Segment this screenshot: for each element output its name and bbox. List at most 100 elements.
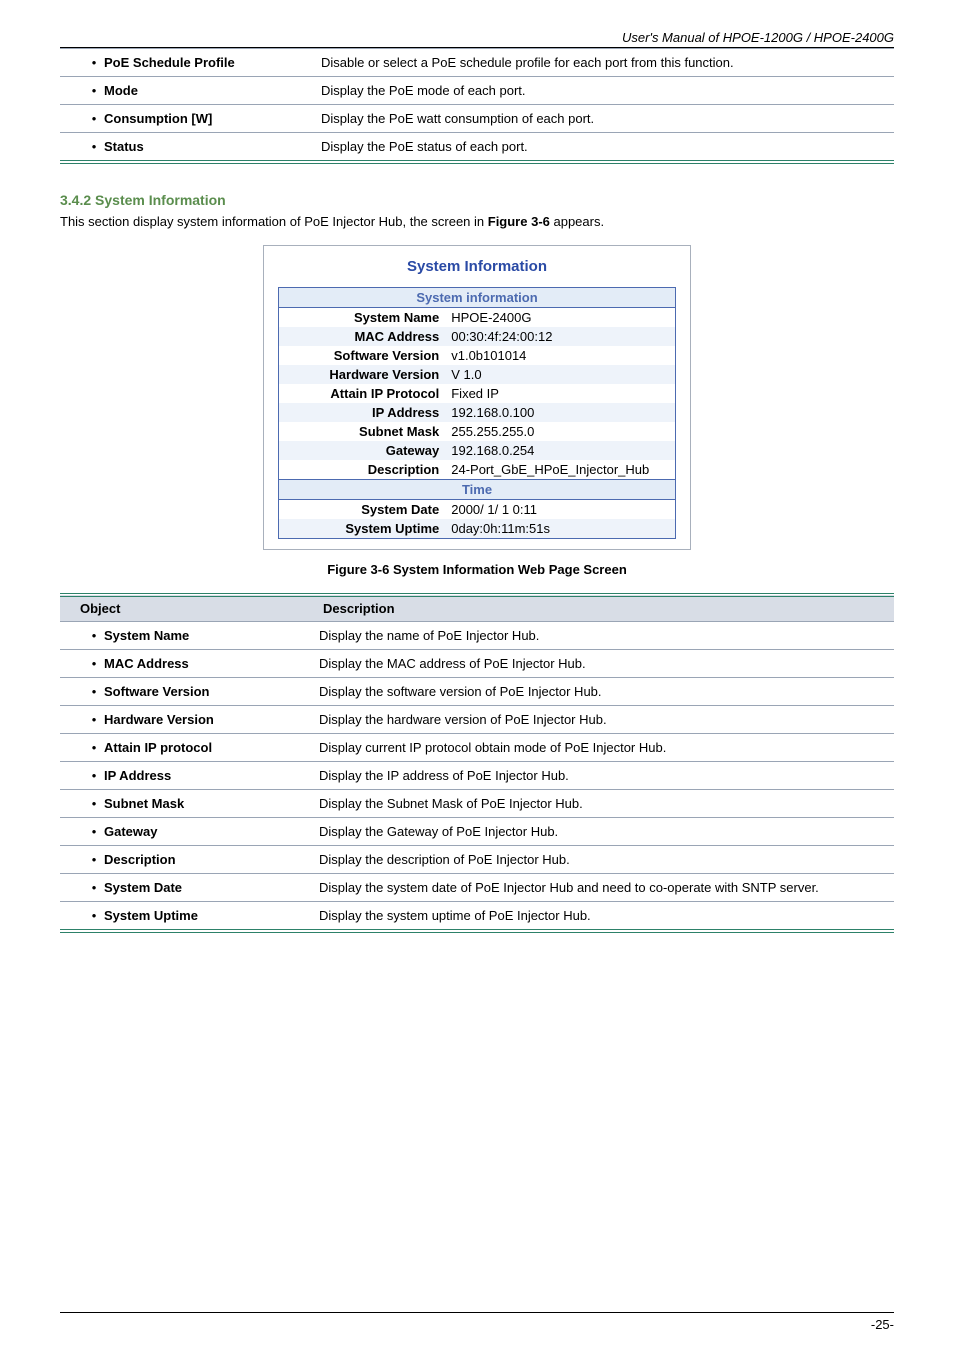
info-value: Fixed IP — [445, 384, 675, 403]
bullet-icon: • — [88, 139, 100, 154]
info-row: Attain IP ProtocolFixed IP — [279, 384, 676, 403]
page-number: -25- — [871, 1317, 894, 1332]
description-cell: Display the PoE status of each port. — [321, 133, 894, 163]
object-label: IP Address — [104, 768, 171, 783]
panel-title: System Information — [278, 258, 676, 275]
info-value: 0day:0h:11m:51s — [445, 519, 675, 539]
bullet-icon: • — [88, 908, 100, 923]
object-label: Mode — [104, 83, 138, 98]
table-row: • System Name Display the name of PoE Inje… — [60, 622, 894, 650]
table-row: • PoE Schedule Profile Disable or select a… — [60, 49, 894, 77]
info-key: Software Version — [279, 346, 446, 365]
object-cell: • Hardware Version — [60, 706, 319, 734]
info-key: Description — [279, 460, 446, 480]
table-row: •ModeDisplay the PoE mode of each port. — [60, 77, 894, 105]
bullet-icon: • — [88, 55, 100, 70]
info-row: IP Address192.168.0.100 — [279, 403, 676, 422]
bullet-icon: • — [88, 852, 100, 867]
object-label: Subnet Mask — [104, 796, 184, 811]
info-value: 00:30:4f:24:00:12 — [445, 327, 675, 346]
table-row: •GatewayDisplay the Gateway of PoE Injec… — [60, 818, 894, 846]
section-desc-suffix: appears. — [550, 214, 604, 229]
info-value: 192.168.0.100 — [445, 403, 675, 422]
table-row: • Attain IP protocol Display current IP pr… — [60, 734, 894, 762]
table-row: •MAC AddressDisplay the MAC address of P… — [60, 650, 894, 678]
bullet-icon: • — [88, 656, 100, 671]
bullet-icon: • — [88, 740, 100, 755]
info-key: MAC Address — [279, 327, 446, 346]
info-key: System Name — [279, 308, 446, 328]
info-value: v1.0b101014 — [445, 346, 675, 365]
bullet-icon: • — [88, 684, 100, 699]
description-cell: Display the software version of PoE Inje… — [319, 678, 894, 706]
object-label: Status — [104, 139, 144, 154]
figure-caption: Figure 3-6 System Information Web Page S… — [60, 562, 894, 577]
table-row: •System UptimeDisplay the system uptime … — [60, 902, 894, 932]
object-cell: • Attain IP protocol — [60, 734, 319, 762]
object-cell: •IP Address — [60, 762, 319, 790]
object-label: Gateway — [104, 824, 157, 839]
info-key: Gateway — [279, 441, 446, 460]
info-row: Gateway192.168.0.254 — [279, 441, 676, 460]
section-description: This section display system information … — [60, 214, 894, 229]
table-row: • Software Version Display the software ve… — [60, 678, 894, 706]
description-cell: Disable or select a PoE schedule profile… — [321, 49, 894, 77]
section-heading: 3.4.2 System Information — [60, 192, 894, 208]
info-value: HPOE-2400G — [445, 308, 675, 328]
bullet-icon: • — [88, 824, 100, 839]
object-cell: • Subnet Mask — [60, 790, 319, 818]
description-cell: Display the hardware version of PoE Inje… — [319, 706, 894, 734]
info-row: System Date2000/ 1/ 1 0:11 — [279, 500, 676, 520]
object-cell: • Mode — [60, 77, 321, 105]
section-desc-text: This section display system information … — [60, 214, 488, 229]
object-label: Hardware Version — [104, 712, 214, 727]
object-cell: • Consumption [W] — [60, 105, 321, 133]
bullet-icon: • — [88, 111, 100, 126]
object-cell: • Gateway — [60, 818, 319, 846]
manual-header: User's Manual of HPOE-1200G / HPOE-2400G — [60, 30, 894, 45]
bullet-icon: • — [88, 796, 100, 811]
description-cell: Display the Subnet Mask of PoE Injector … — [319, 790, 894, 818]
object-label: Attain IP protocol — [104, 740, 212, 755]
object-label: Software Version — [104, 684, 209, 699]
table-row: • Subnet Mask Display the Subnet Mask of P… — [60, 790, 894, 818]
bullet-icon: • — [88, 628, 100, 643]
object-label: Description — [104, 852, 176, 867]
object-cell: • MAC Address — [60, 650, 319, 678]
table-row: • Status Display the PoE status of each po… — [60, 133, 894, 163]
system-info-panel: System Information System informationSys… — [263, 245, 691, 550]
info-row: System NameHPOE-2400G — [279, 308, 676, 328]
top-definition-table: • PoE Schedule Profile Disable or select a… — [60, 48, 894, 164]
object-cell: • Software Version — [60, 678, 319, 706]
info-row: Description24-Port_GbE_HPoE_Injector_Hub — [279, 460, 676, 480]
system-info-table: System informationSystem NameHPOE-2400GM… — [278, 287, 676, 539]
page-footer: -25- — [60, 1312, 894, 1332]
section-figref: Figure 3-6 — [488, 214, 550, 229]
bullet-icon: • — [88, 83, 100, 98]
object-label: System Name — [104, 628, 189, 643]
info-row: Software Versionv1.0b101014 — [279, 346, 676, 365]
info-row: System Uptime0day:0h:11m:51s — [279, 519, 676, 539]
object-cell: • System Name — [60, 622, 319, 650]
info-row: MAC Address00:30:4f:24:00:12 — [279, 327, 676, 346]
description-cell: Display the name of PoE Injector Hub. — [319, 622, 894, 650]
group-header: Time — [279, 480, 676, 500]
object-cell: •System Date — [60, 874, 319, 902]
info-value: 255.255.255.0 — [445, 422, 675, 441]
object-cell: • Description — [60, 846, 319, 874]
info-key: System Date — [279, 500, 446, 520]
table-row: • Hardware Version Display the hardware ve… — [60, 706, 894, 734]
object-cell: • System Uptime — [60, 902, 319, 932]
object-label: Consumption [W] — [104, 111, 212, 126]
object-label: System Uptime — [104, 908, 198, 923]
info-key: Attain IP Protocol — [279, 384, 446, 403]
object-label: MAC Address — [104, 656, 189, 671]
description-cell: Display current IP protocol obtain mode … — [319, 734, 894, 762]
table-row: •DescriptionDisplay the description of P… — [60, 846, 894, 874]
object-label: PoE Schedule Profile — [104, 55, 235, 70]
bullet-icon: • — [88, 712, 100, 727]
figure-caption-text: System Information Web Page Screen — [389, 562, 626, 577]
table-row: •System DateDisplay the system date of P… — [60, 874, 894, 902]
description-cell: Display the system date of PoE Injector … — [319, 874, 894, 902]
figure-caption-ref: Figure 3-6 — [327, 562, 389, 577]
